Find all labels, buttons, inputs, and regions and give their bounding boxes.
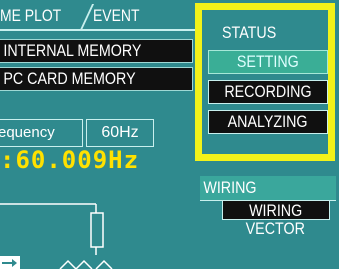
frequency-reading: :60.009Hz [0, 146, 140, 174]
pc-card-memory-button[interactable]: PC CARD MEMORY [0, 67, 193, 91]
wiring-wave-1 [59, 259, 77, 269]
wiring-diagram [0, 203, 113, 269]
wiring-load-element [90, 212, 104, 248]
frequency-label: equency [0, 124, 55, 141]
internal-memory-label: INTERNAL MEMORY [3, 41, 142, 60]
status-analyzing-button[interactable]: ANALYZING [208, 110, 328, 134]
wiring-option-vector[interactable]: VECTOR [222, 219, 328, 239]
frequency-label-box: equency [0, 119, 83, 147]
wiring-wave-3 [95, 259, 113, 269]
wiring-option-wiring[interactable]: WIRING [222, 200, 330, 220]
status-setting-button[interactable]: SETTING [208, 50, 328, 74]
status-setting-label: SETTING [237, 52, 299, 71]
wiring-option-vector-label: VECTOR [245, 219, 305, 238]
tab-underline [0, 29, 200, 31]
wiring-option-wiring-label: WIRING [249, 201, 303, 220]
pc-card-memory-label: PC CARD MEMORY [3, 69, 136, 88]
tab-bar: ME PLOT EVENT [0, 0, 200, 31]
status-recording-label: RECORDING [224, 82, 312, 101]
status-analyzing-label: ANALYZING [228, 112, 308, 131]
frequency-setting[interactable]: 60Hz [86, 119, 154, 147]
status-title-text: STATUS [222, 23, 277, 42]
tab-separator [79, 4, 95, 30]
tab-plot[interactable]: ME PLOT [0, 4, 61, 28]
wiring-tab[interactable]: WIRING [200, 176, 336, 201]
wiring-wave-2 [75, 259, 93, 269]
wiring-tab-label: WIRING [203, 178, 257, 197]
tab-event[interactable]: EVENT [93, 4, 139, 28]
status-title: STATUS [202, 23, 328, 43]
internal-memory-button[interactable]: INTERNAL MEMORY [0, 39, 193, 63]
status-recording-button[interactable]: RECORDING [208, 80, 328, 104]
